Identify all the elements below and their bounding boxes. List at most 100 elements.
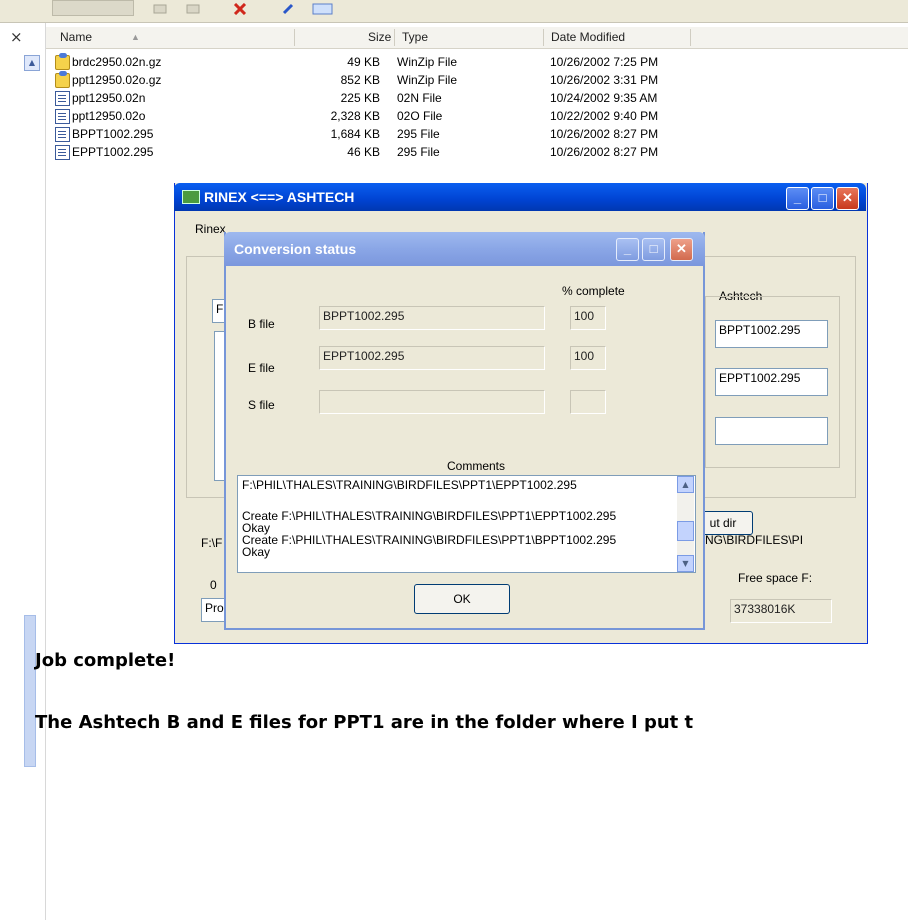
close-icon: ✕ [676,241,687,256]
explorer-toolbar [0,0,908,23]
maximize-button[interactable]: □ [811,187,834,210]
conversion-titlebar[interactable]: Conversion status _ □ ✕ [224,232,705,266]
scroll-up-icon[interactable]: ▲ [677,476,694,493]
comment-line: F:\PHIL\THALES\TRAINING\BIRDFILES\PPT1\E… [242,478,577,492]
move-to-icon[interactable] [152,0,170,14]
sort-ascending-icon: ▲ [131,32,140,42]
free-space-value: 37338016K [730,599,832,623]
b-file-percent: 100 [570,306,606,330]
comment-line: Okay [242,545,271,559]
file-size: 1,684 KB [330,127,380,141]
file-size: 225 KB [340,91,380,105]
caption-text: The Ashtech B and E files for PPT1 are i… [35,712,694,733]
comments-textarea[interactable]: F:\PHIL\THALES\TRAINING\BIRDFILES\PPT1\E… [237,475,696,573]
file-date: 10/26/2002 8:27 PM [550,145,659,159]
file-list-header: Name ▲ Size Type Date Modified [46,27,908,49]
comments-label: Comments [447,459,506,473]
ashtech-b-field[interactable]: BPPT1002.295 [715,320,828,348]
scroll-up-icon[interactable]: ▲ [24,55,40,71]
dialog-title: Conversion status [234,241,357,257]
s-file-value [319,390,545,414]
b-file-label: B file [248,317,275,331]
file-row[interactable]: brdc2950.02n.gz 49 KB WinZip File 10/26/… [55,53,695,71]
file-name: ppt12950.02o [72,109,146,123]
comment-line: Create F:\PHIL\THALES\TRAINING\BIRDFILES… [242,509,617,523]
file-size: 46 KB [347,145,380,159]
ashtech-s-field[interactable] [715,417,828,445]
tab-rinex[interactable]: Rinex [195,222,226,236]
scroll-down-icon[interactable]: ▼ [677,555,694,572]
file-type: WinZip File [397,55,458,69]
scrollbar[interactable] [24,615,36,767]
file-icon [55,145,70,160]
file-name: brdc2950.02n.gz [72,55,162,69]
option-label: 0 [210,578,217,592]
e-file-label: E file [248,361,275,375]
file-type: 02O File [397,109,443,123]
close-button[interactable]: ✕ [836,187,859,210]
zip-icon [55,53,70,70]
maximize-button[interactable]: □ [642,238,665,261]
job-complete-heading: Job complete! [35,650,176,671]
file-size: 852 KB [340,73,380,87]
rinex-titlebar[interactable]: RINEX <==> ASHTECH _ □ ✕ [174,183,866,211]
undo-icon[interactable] [282,0,296,15]
minimize-button[interactable]: _ [616,238,639,261]
column-header-name[interactable]: Name [60,30,92,44]
s-file-percent [570,390,606,414]
column-header-type[interactable]: Type [402,30,428,44]
free-space-label: Free space F: [738,571,813,585]
comment-line: Create F:\PHIL\THALES\TRAINING\BIRDFILES… [242,533,617,547]
file-name: EPPT1002.295 [72,145,154,159]
zip-icon [55,71,70,88]
file-icon [55,109,70,124]
file-size: 2,328 KB [330,109,380,123]
output-path-label: NING\BIRDFILES\PI [693,533,804,547]
b-file-value: BPPT1002.295 [319,306,545,330]
file-row[interactable]: ppt12950.02o.gz 852 KB WinZip File 10/26… [55,71,695,89]
file-row[interactable]: ppt12950.02o 2,328 KB 02O File 10/22/200… [55,108,695,125]
close-icon: ✕ [842,190,853,205]
file-type: WinZip File [397,73,458,87]
close-button[interactable]: ✕ [670,238,693,261]
delete-icon[interactable] [232,0,250,16]
s-file-label: S file [248,398,275,412]
file-row[interactable]: ppt12950.02n 225 KB 02N File 10/24/2002 … [55,90,695,107]
file-name: ppt12950.02n [72,91,146,105]
percent-complete-header: % complete [562,284,625,298]
comments-scrollbar[interactable]: ▲ ▼ [677,476,694,572]
e-file-percent: 100 [570,346,606,370]
file-row[interactable]: BPPT1002.295 1,684 KB 295 File 10/26/200… [55,126,695,143]
file-date: 10/26/2002 3:31 PM [550,73,659,87]
column-header-date-modified[interactable]: Date Modified [551,30,625,44]
minimize-button[interactable]: _ [786,187,809,210]
app-icon [182,190,200,204]
file-date: 10/24/2002 9:35 AM [550,91,658,105]
minimize-icon: _ [793,190,802,205]
file-size: 49 KB [347,55,380,69]
ok-button[interactable]: OK [414,584,510,614]
maximize-icon: □ [818,190,827,205]
file-row[interactable]: EPPT1002.295 46 KB 295 File 10/26/2002 8… [55,144,695,161]
scroll-thumb[interactable] [677,521,694,541]
file-icon [55,127,70,142]
file-date: 10/26/2002 7:25 PM [550,55,659,69]
views-icon[interactable] [312,0,334,15]
explorer-sidebar [0,23,46,920]
copy-to-icon[interactable] [185,0,203,14]
minimize-icon: _ [623,241,632,256]
file-name: BPPT1002.295 [72,127,154,141]
file-type: 295 File [397,145,440,159]
path-label: F:\F [201,536,223,550]
file-date: 10/26/2002 8:27 PM [550,127,659,141]
file-date: 10/22/2002 9:40 PM [550,109,659,123]
file-type: 295 File [397,127,440,141]
folders-button[interactable] [52,0,134,16]
window-title: RINEX <==> ASHTECH [204,189,355,205]
file-name: ppt12950.02o.gz [72,73,162,87]
column-header-size[interactable]: Size [368,30,391,44]
ashtech-e-field[interactable]: EPPT1002.295 [715,368,828,396]
e-file-value: EPPT1002.295 [319,346,545,370]
close-pane-icon[interactable]: × [10,28,23,46]
file-type: 02N File [397,91,442,105]
